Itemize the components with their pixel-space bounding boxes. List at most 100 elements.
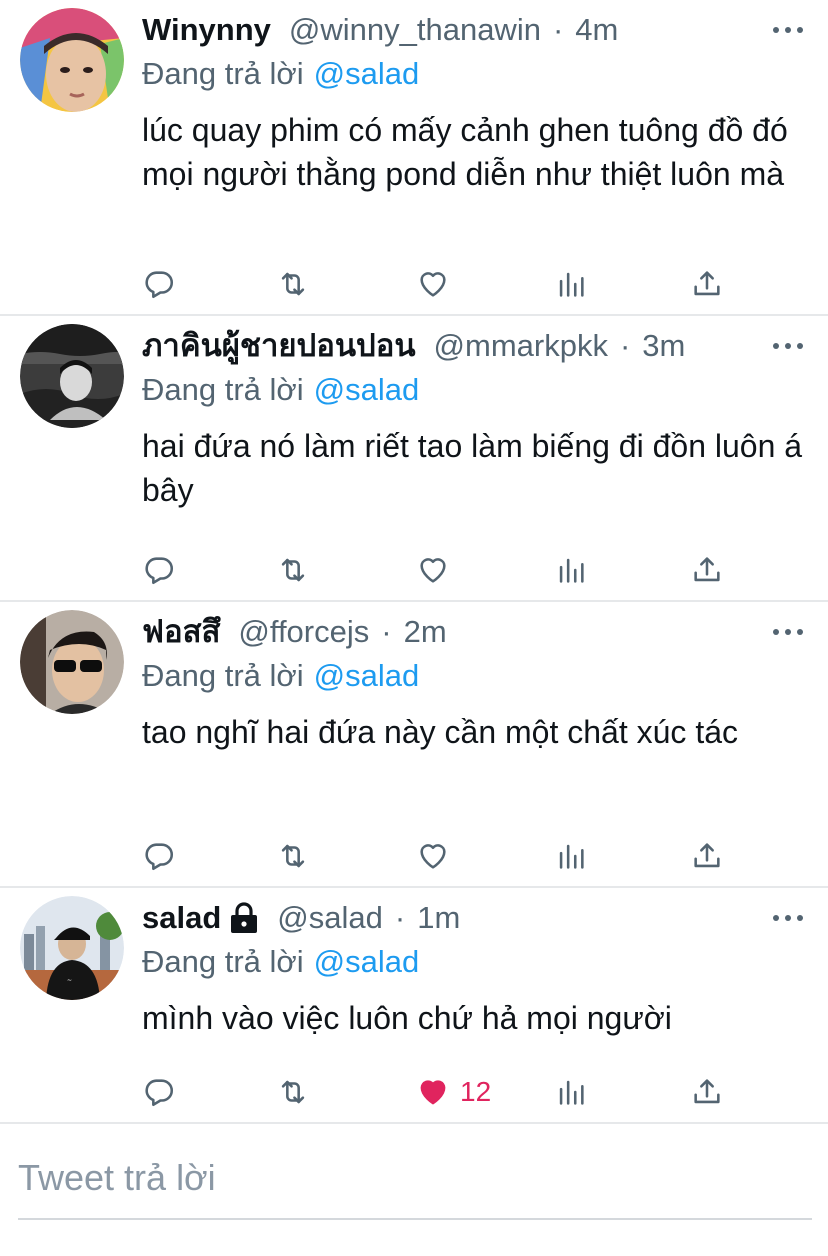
share-button[interactable] xyxy=(690,836,724,876)
retweet-icon xyxy=(276,1075,310,1109)
reply-bubble-icon xyxy=(142,839,176,873)
share-button[interactable] xyxy=(690,550,724,590)
separator-dot: · xyxy=(619,328,631,363)
replying-to: Đang trả lời @salad xyxy=(142,654,808,698)
analytics-bars-icon xyxy=(554,1075,588,1109)
retweet-icon xyxy=(276,267,310,301)
retweet-button[interactable] xyxy=(276,836,310,876)
reply-button[interactable] xyxy=(142,550,176,590)
reply-button[interactable] xyxy=(142,264,176,304)
share-button[interactable] xyxy=(690,264,724,304)
tweet-header: ฟอสสึ @fforcejs · 2m xyxy=(142,610,808,654)
reply-button[interactable] xyxy=(142,836,176,876)
more-options-icon[interactable] xyxy=(768,338,808,354)
tweet-text: tao nghĩ hai đứa này cần một chất xúc tá… xyxy=(142,714,738,750)
display-name[interactable]: salad xyxy=(142,896,221,940)
timestamp[interactable]: 1m xyxy=(417,896,460,940)
tweet-header: Winynny @winny_thanawin · 4m xyxy=(142,8,808,52)
timestamp[interactable]: 4m xyxy=(575,8,618,52)
tweet-text: hai đứa nó làm riết tao làm biếng đi đồn… xyxy=(142,428,803,508)
replying-to-user-link[interactable]: @salad xyxy=(314,372,420,407)
separator-dot: · xyxy=(381,614,392,649)
share-upload-icon xyxy=(690,1075,724,1109)
like-button[interactable] xyxy=(416,836,450,876)
analytics-bars-icon xyxy=(554,839,588,873)
reply-bubble-icon xyxy=(142,267,176,301)
avatar[interactable] xyxy=(20,610,124,714)
tweet-header: ภาคินผู้ชายปอนปอน @mmarkpkk · 3m xyxy=(142,324,808,368)
reply-tweet-input[interactable] xyxy=(18,1150,812,1206)
like-button[interactable] xyxy=(416,550,450,590)
reply-tweet[interactable]: Winynny @winny_thanawin · 4m Đang trả lờ… xyxy=(0,0,828,316)
retweet-button[interactable] xyxy=(276,550,310,590)
views-button[interactable] xyxy=(554,836,588,876)
replying-to: Đang trả lời @salad xyxy=(142,368,808,412)
avatar[interactable]: ~ xyxy=(20,896,124,1000)
user-handle[interactable]: @winny_thanawin xyxy=(289,8,541,52)
analytics-bars-icon xyxy=(554,267,588,301)
separator-dot: · xyxy=(394,900,406,935)
heart-icon xyxy=(416,553,450,587)
analytics-bars-icon xyxy=(554,553,588,587)
user-handle[interactable]: @mmarkpkk xyxy=(434,324,608,368)
reply-tweet[interactable]: ฟอสสึ @fforcejs · 2m Đang trả lời @salad … xyxy=(0,602,828,888)
replying-to-label: Đang trả lời xyxy=(142,372,304,407)
svg-text:~: ~ xyxy=(67,977,72,984)
replying-to: Đang trả lời @salad xyxy=(142,52,808,96)
share-upload-icon xyxy=(690,553,724,587)
replying-to-user-link[interactable]: @salad xyxy=(314,944,420,979)
replying-to-label: Đang trả lời xyxy=(142,658,304,693)
retweet-button[interactable] xyxy=(276,264,310,304)
retweet-button[interactable] xyxy=(276,1072,310,1112)
views-button[interactable] xyxy=(554,264,588,304)
replying-to-label: Đang trả lời xyxy=(142,944,304,979)
like-button[interactable] xyxy=(416,264,450,304)
more-options-icon[interactable] xyxy=(768,624,808,640)
tweet-text: mình vào việc luôn chứ hả mọi người xyxy=(142,1000,672,1036)
tweet-text: lúc quay phim có mấy cảnh ghen tuông đồ … xyxy=(142,112,788,192)
display-name[interactable]: ภาคินผู้ชายปอนปอน xyxy=(142,324,416,368)
heart-icon xyxy=(416,267,450,301)
action-bar xyxy=(142,550,742,590)
display-name[interactable]: ฟอสสึ xyxy=(142,610,220,654)
tweet-content: ภาคินผู้ชายปอนปอน @mmarkpkk · 3m Đang tr… xyxy=(142,324,808,512)
lock-icon xyxy=(229,901,259,935)
reply-bubble-icon xyxy=(142,553,176,587)
reply-composer[interactable] xyxy=(18,1150,812,1220)
share-button[interactable] xyxy=(690,1072,724,1112)
share-upload-icon xyxy=(690,267,724,301)
user-handle[interactable]: @fforcejs xyxy=(238,610,369,654)
reply-button[interactable] xyxy=(142,1072,176,1112)
replying-to-user-link[interactable]: @salad xyxy=(314,56,420,91)
replying-to-user-link[interactable]: @salad xyxy=(314,658,420,693)
avatar[interactable] xyxy=(20,324,124,428)
retweet-icon xyxy=(276,553,310,587)
display-name[interactable]: Winynny xyxy=(142,8,271,52)
heart-icon xyxy=(416,839,450,873)
reply-bubble-icon xyxy=(142,1075,176,1109)
views-button[interactable] xyxy=(554,550,588,590)
views-button[interactable] xyxy=(554,1072,588,1112)
timestamp[interactable]: 2m xyxy=(404,610,447,654)
reply-tweet[interactable]: ~ salad @salad · 1m Đang trả lời @salad m… xyxy=(0,888,828,1124)
avatar[interactable] xyxy=(20,8,124,112)
tweet-header: salad @salad · 1m xyxy=(142,896,808,940)
timestamp[interactable]: 3m xyxy=(642,324,685,368)
retweet-icon xyxy=(276,839,310,873)
tweet-content: ฟอสสึ @fforcejs · 2m Đang trả lời @salad … xyxy=(142,610,808,754)
share-upload-icon xyxy=(690,839,724,873)
tweet-content: salad @salad · 1m Đang trả lời @salad mìn… xyxy=(142,896,808,1040)
replying-to-label: Đang trả lời xyxy=(142,56,304,91)
like-button[interactable]: 12 xyxy=(416,1072,491,1112)
tweet-content: Winynny @winny_thanawin · 4m Đang trả lờ… xyxy=(142,8,808,196)
heart-icon xyxy=(416,1075,450,1109)
action-bar xyxy=(142,264,742,304)
more-options-icon[interactable] xyxy=(768,22,808,38)
action-bar xyxy=(142,836,742,876)
like-count: 12 xyxy=(460,1076,492,1107)
action-bar: 12 xyxy=(142,1072,742,1112)
replying-to: Đang trả lời @salad xyxy=(142,940,808,984)
more-options-icon[interactable] xyxy=(768,910,808,926)
user-handle[interactable]: @salad xyxy=(277,896,383,940)
reply-tweet[interactable]: ภาคินผู้ชายปอนปอน @mmarkpkk · 3m Đang tr… xyxy=(0,316,828,602)
